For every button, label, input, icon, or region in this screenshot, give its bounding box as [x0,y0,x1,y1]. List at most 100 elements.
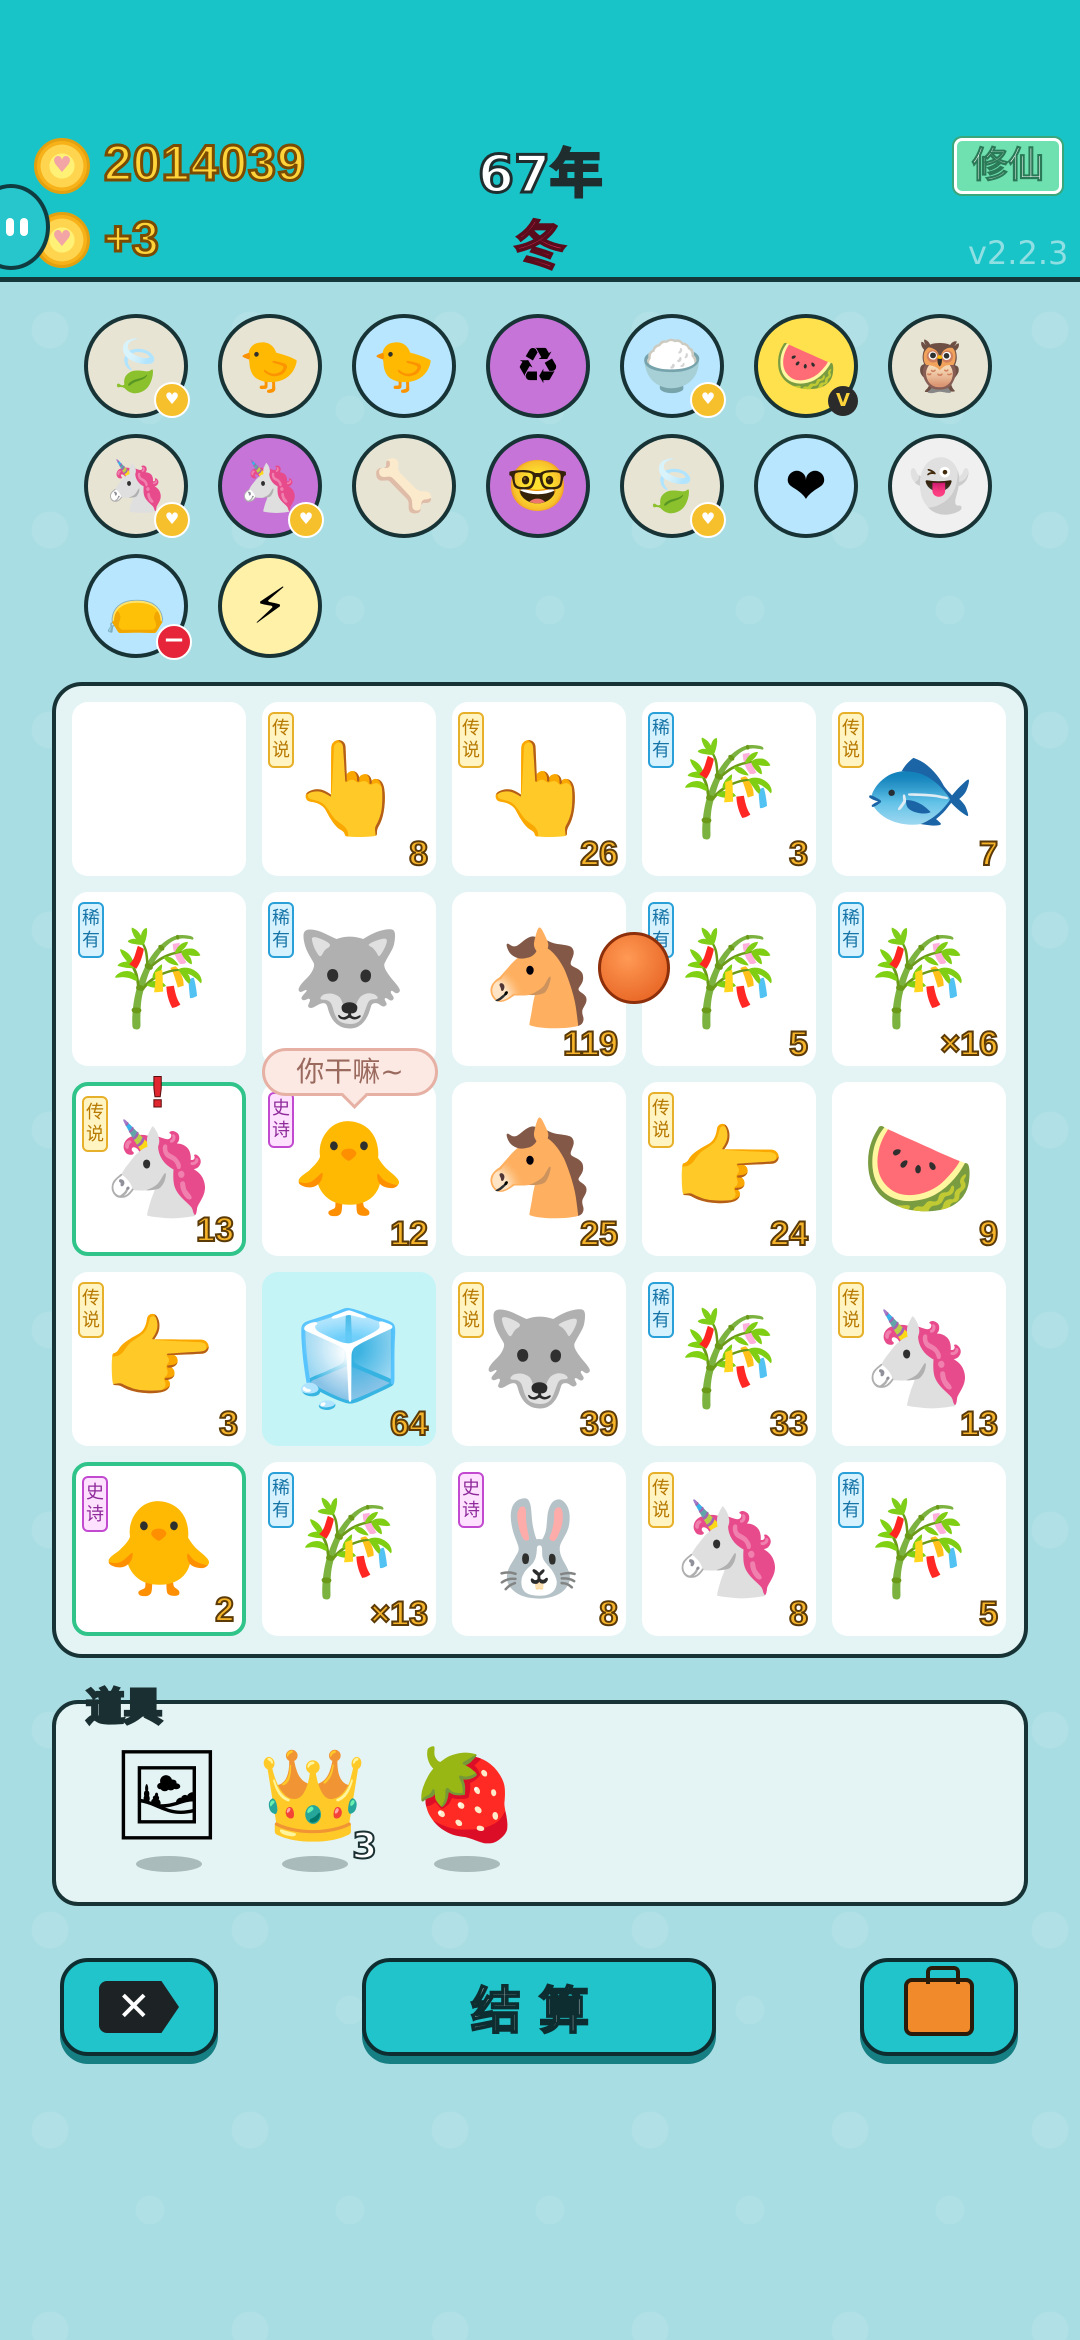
tile-bamboo[interactable]: 🎋 稀有 ×16 [832,892,1006,1066]
tile-watermelon[interactable]: 🍉 9 [832,1082,1006,1256]
horse-icon: 🐴 [481,925,597,1032]
grandpa-bird-icon: 🐥 [101,1495,217,1602]
heart-potion-icon[interactable]: ❤ [754,434,858,538]
unicorn-icon: 🦄 [861,1305,977,1412]
rice-bowl-icon[interactable]: 🍚 ♥ [620,314,726,418]
settle-button[interactable]: 结算 [362,1958,716,2056]
rarity-tag: 传说 [648,1472,674,1528]
tile-horse[interactable]: 🐴 25 [452,1082,626,1256]
heart-badge-icon: ♥ [154,502,190,538]
bamboo-icon: 🎋 [671,925,787,1032]
version-label: v2.2.3 [968,234,1069,272]
bamboo-icon: 🎋 [101,925,217,1032]
tile-count: 8 [598,1594,619,1634]
chick-egg-icon[interactable]: 🐤 [218,314,322,418]
alert-mark-icon: ! [147,1068,168,1118]
lightning-icon[interactable]: ⚡ [218,554,322,658]
trash-bag-icon[interactable]: 👝 − [84,554,192,660]
tile-bamboo[interactable]: 🎋 稀有 3 [642,702,816,876]
tile-grandpa-bird[interactable]: 🐥 史诗 2 [72,1462,246,1636]
heart-badge-icon: ♥ [154,382,190,418]
rarity-tag: 传说 [648,1092,674,1148]
year-label: 67年 [476,144,603,207]
season-label: 冬 [513,216,567,278]
tile-count: 7 [978,834,999,874]
owl-icon[interactable]: 🦉 [888,314,992,418]
unicorns-icon-2[interactable]: 🦄 ♥ [218,434,324,538]
tile-koi[interactable]: 🐟 传说 7 [832,702,1006,876]
tile-unicorn[interactable]: 🦄 传说 8 [642,1462,816,1636]
rarity-tag: 传说 [78,1282,104,1338]
rarity-tag: 稀有 [268,902,294,958]
king-husky-icon: 🐺 [481,1305,597,1412]
dog-bowl-icon[interactable]: 🦴 [352,434,456,538]
finger-icon: 👆 [291,735,407,842]
close-button[interactable]: ✕ [60,1958,218,2056]
tile-empty[interactable] [72,702,246,876]
top-header: ♥ 2014039 ♥ +3 67年 冬 修仙 v2.2.3 [0,0,1080,282]
tile-bamboo[interactable]: 🎋 稀有 33 [642,1272,816,1446]
chick-egg-icon-2[interactable]: 🐤 [352,314,456,418]
close-icon: ✕ [99,1981,179,2033]
settle-label: 结算 [470,1981,607,2041]
item-shadow [136,1856,202,1872]
unicorn-icon: 🦄 [671,1495,787,1602]
xiuxian-button[interactable]: 修仙 [954,138,1062,194]
tile-king-husky[interactable]: 🐺 传说 39 [452,1272,626,1446]
rarity-tag: 稀有 [648,1282,674,1338]
tile-grandpa-bird[interactable]: 🐥 史诗 12 [262,1082,436,1256]
math-head-icon[interactable]: 🤓 [486,434,590,538]
horse-icon: 🐴 [481,1115,597,1222]
tile-bunny-house[interactable]: 🐰 史诗 8 [452,1462,626,1636]
tile-finger[interactable]: 👆 传说 8 [262,702,436,876]
item-shadow [282,1856,348,1872]
tile-bamboo[interactable]: 🎋 稀有 5 [832,1462,1006,1636]
tile-bamboo[interactable]: 🎋 稀有 ×13 [262,1462,436,1636]
tile-count: 2 [214,1590,235,1630]
tile-finger-point[interactable]: 👉 传说 24 [642,1082,816,1256]
tile-husky[interactable]: 🐺 稀有 [262,892,436,1066]
tile-count: 5 [788,1024,809,1064]
tile-count: 119 [562,1024,619,1064]
tile-count: 64 [389,1404,429,1444]
coin-balance: 2014039 [103,134,307,193]
fruit-basket-icon[interactable]: 🍉 V [754,314,858,418]
recycle-icon[interactable]: ♻ [486,314,590,418]
leaf-icon-2[interactable]: 🍃 ♥ [620,434,726,538]
finger-point-icon: 👉 [101,1305,217,1412]
tile-unicorn[interactable]: 🦄 传说 13 [832,1272,1006,1446]
coin-icon: ♥ [34,138,90,194]
rarity-tag: 传说 [458,1282,484,1338]
tile-bamboo[interactable]: 🎋 稀有 [72,892,246,1066]
strawberry-item[interactable]: 🍓 [410,1740,520,1872]
crown-count: 3 [351,1825,378,1868]
item-shadow [434,1856,500,1872]
heart-badge-icon: ♥ [288,502,324,538]
tile-count: ×13 [369,1594,429,1634]
unicorn-icon: 🦄 [101,1115,217,1222]
rarity-tag: 传说 [82,1096,108,1152]
tile-finger-point[interactable]: 👉 传说 3 [72,1272,246,1446]
grandpa-bird-icon: 🐥 [291,1115,407,1222]
rarity-tag: 传说 [838,712,864,768]
tile-count: 39 [579,1404,619,1444]
tile-count: 8 [788,1594,809,1634]
frame-item[interactable]: 🖼 [111,1740,223,1872]
tile-count: 3 [218,1404,239,1444]
bamboo-icon: 🎋 [671,1305,787,1412]
frame-icon: 🖼 [111,1743,223,1846]
vip-badge-icon: V [828,386,858,416]
tile-fridge[interactable]: 🧊 64 [262,1272,436,1446]
tile-finger[interactable]: 👆 传说 26 [452,702,626,876]
heart-badge-icon: ♥ [690,502,726,538]
ghost-icon[interactable]: 👻 [888,434,992,538]
rarity-tag: 稀有 [268,1472,294,1528]
rarity-tag: 史诗 [268,1092,294,1148]
bunny-house-icon: 🐰 [481,1495,597,1602]
bag-button[interactable] [860,1958,1018,2056]
rarity-tag: 稀有 [648,712,674,768]
basketball-icon[interactable] [598,932,670,1004]
unicorns-icon[interactable]: 🦄 ♥ [84,434,190,538]
remove-badge-icon: − [156,624,192,660]
leaf-icon[interactable]: 🍃 ♥ [84,314,190,418]
